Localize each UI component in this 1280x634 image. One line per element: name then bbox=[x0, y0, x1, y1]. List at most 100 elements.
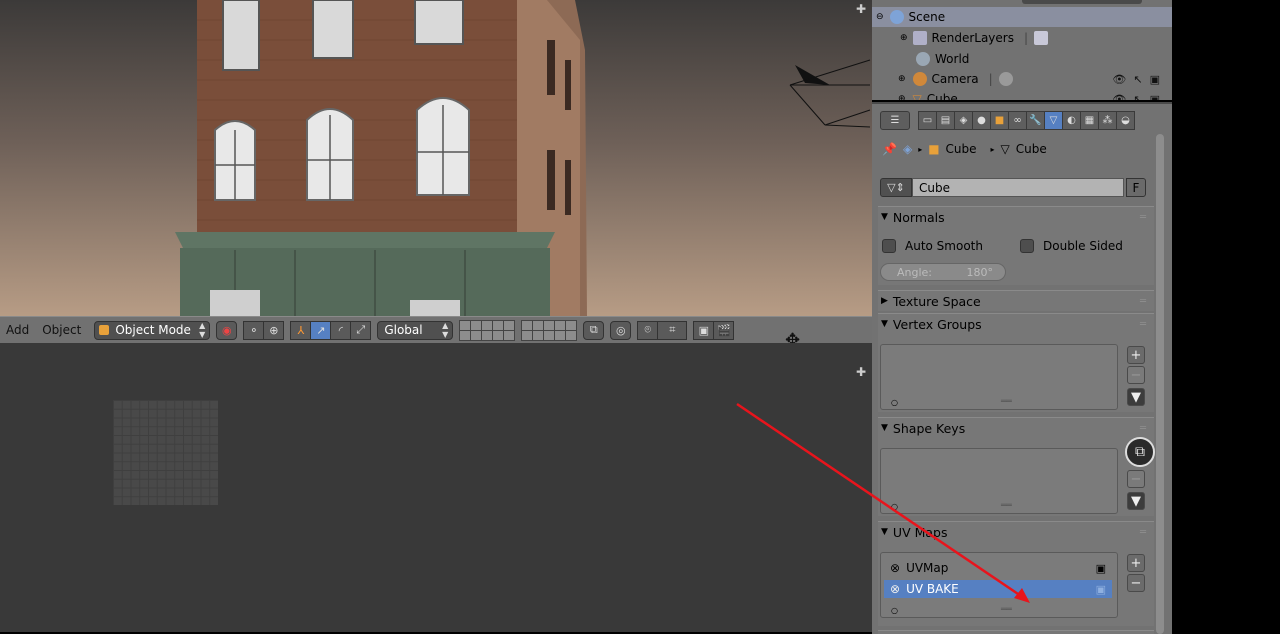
add-uv-map-button[interactable]: + bbox=[1127, 554, 1145, 572]
next-panel-header[interactable] bbox=[878, 630, 1154, 634]
eye-icon[interactable]: 👁 bbox=[1112, 73, 1126, 86]
list-resize-grip-icon[interactable]: ══ bbox=[1001, 397, 1012, 407]
shading-icon: ◉ bbox=[222, 323, 232, 337]
mesh-browse-button[interactable]: ▽⇕ bbox=[880, 178, 912, 197]
angle-label: Angle: bbox=[897, 265, 933, 279]
tab-physics[interactable]: ◒ bbox=[1116, 110, 1135, 130]
outliner[interactable]: ⊖ Scene ⊕ RenderLayers | World ⊕ Camera … bbox=[872, 0, 1172, 100]
outliner-row-renderlayers[interactable]: ⊕ RenderLayers | bbox=[872, 28, 1172, 48]
rotate-button[interactable]: ◜ bbox=[330, 320, 352, 340]
layer-buttons-2[interactable] bbox=[521, 319, 578, 341]
add-menu[interactable]: Add bbox=[6, 323, 29, 337]
panel-title: Normals bbox=[892, 209, 945, 225]
renderlayer-icon bbox=[1034, 31, 1049, 45]
translate-button[interactable]: ↗ bbox=[310, 320, 332, 340]
area-split-plus-icon[interactable]: ✚ bbox=[856, 365, 866, 379]
uv-map-item-selected[interactable]: ⊗ UV BAKE ▣ bbox=[884, 580, 1112, 598]
opengl-render-button[interactable]: ▣ bbox=[693, 320, 715, 340]
scene-icon: ◈ bbox=[959, 114, 968, 126]
manipulator-toggle-button[interactable]: ⊕ bbox=[263, 320, 285, 340]
add-vertex-group-button[interactable]: + bbox=[1127, 346, 1145, 364]
fake-user-button[interactable]: F bbox=[1126, 178, 1146, 197]
vertex-groups-panel-header[interactable]: ▼ Vertex Groups ═ bbox=[878, 314, 1154, 334]
eye-icon[interactable]: 👁 bbox=[1112, 93, 1126, 101]
tab-texture[interactable]: ▦ bbox=[1080, 110, 1099, 130]
tab-scene[interactable]: ◈ bbox=[954, 110, 973, 130]
object-menu[interactable]: Object bbox=[42, 323, 81, 337]
active-render-camera-icon[interactable]: ▣ bbox=[1096, 583, 1106, 596]
normals-panel-header[interactable]: ▼ Normals ═ bbox=[878, 207, 1154, 227]
tab-modifiers[interactable]: 🔧 bbox=[1026, 110, 1045, 130]
drag-grip-icon[interactable]: ═ bbox=[1140, 319, 1146, 330]
area-split-plus-icon[interactable]: ✚ bbox=[856, 2, 866, 16]
tab-data[interactable]: ▽ bbox=[1044, 110, 1063, 130]
drag-grip-icon[interactable]: ═ bbox=[1140, 527, 1146, 538]
cursor-icon[interactable]: ↖ bbox=[1133, 93, 1142, 101]
updown-arrow-icon: ▲ ▼ bbox=[199, 321, 206, 339]
cursor-icon[interactable]: ↖ bbox=[1133, 73, 1142, 86]
drag-grip-icon[interactable]: ═ bbox=[1140, 296, 1146, 307]
3d-viewport[interactable]: ✚ bbox=[0, 0, 872, 316]
properties-scrollbar[interactable] bbox=[1156, 134, 1164, 634]
list-filter-icon[interactable]: ○ bbox=[891, 502, 898, 511]
pivot-point-button[interactable]: ⚬ bbox=[243, 320, 265, 340]
mesh-icon: ▽ bbox=[912, 92, 922, 100]
editor-type-button[interactable]: ☰ bbox=[880, 110, 910, 130]
list-resize-grip-icon[interactable]: ══ bbox=[1001, 605, 1012, 615]
pin-icon[interactable]: 📌 bbox=[882, 142, 897, 156]
outliner-row-world[interactable]: World bbox=[872, 49, 1172, 69]
uv-map-item[interactable]: ⊗ UVMap ▣ bbox=[884, 559, 1112, 577]
list-filter-icon[interactable]: ○ bbox=[891, 606, 898, 615]
texture-space-panel-header[interactable]: ▶ Texture Space ═ bbox=[878, 291, 1154, 311]
clapper-icon: 🎬 bbox=[716, 323, 731, 337]
double-sided-checkbox[interactable]: Double Sided bbox=[1020, 239, 1123, 253]
lock-layers-button[interactable]: ⧉ bbox=[583, 320, 605, 340]
checkbox-label: Auto Smooth bbox=[905, 239, 983, 253]
auto-smooth-checkbox[interactable]: Auto Smooth bbox=[882, 239, 983, 253]
mesh-name-field[interactable]: Cube bbox=[912, 178, 1124, 197]
tab-constraints[interactable]: ∞ bbox=[1008, 110, 1027, 130]
outliner-row-cube[interactable]: ⊕ ▽ Cube 👁 ↖ ▣ bbox=[872, 89, 1172, 100]
tab-object[interactable]: ■ bbox=[990, 110, 1009, 130]
list-filter-icon[interactable]: ○ bbox=[891, 398, 898, 407]
uv-maps-panel-header[interactable]: ▼ UV Maps ═ bbox=[878, 522, 1154, 542]
tab-render[interactable]: ▭ bbox=[918, 110, 937, 130]
properties-editor[interactable]: ☰ ▭ ▤ ◈ ● ■ ∞ 🔧 ▽ ◐ ▦ ⁂ ◒ 📌 ◈ ▸ ■ Cube ▸… bbox=[872, 102, 1172, 634]
drag-grip-icon[interactable]: ═ bbox=[1140, 212, 1146, 223]
camera-object[interactable] bbox=[785, 55, 872, 135]
outliner-row-scene[interactable]: ⊖ Scene bbox=[872, 7, 1172, 27]
snap-toggle-button[interactable]: ⌾ bbox=[637, 320, 659, 340]
remove-vertex-group-button[interactable]: − bbox=[1127, 366, 1145, 384]
tab-world[interactable]: ● bbox=[972, 110, 991, 130]
outliner-row-camera[interactable]: ⊕ Camera | 👁 ↖ ▣ bbox=[872, 69, 1172, 89]
remove-uv-map-button[interactable]: − bbox=[1127, 574, 1145, 592]
triangle-down-icon: ▼ bbox=[881, 319, 888, 329]
viewport-shading-button[interactable]: ◉ bbox=[216, 320, 238, 340]
snap-element-button[interactable]: ⌗ bbox=[657, 320, 688, 340]
scale-button[interactable]: ⤢ bbox=[350, 320, 372, 340]
active-render-camera-icon[interactable]: ▣ bbox=[1096, 562, 1106, 575]
scene-icon bbox=[889, 10, 904, 24]
uv-maps-list[interactable]: ⊗ UVMap ▣ ⊗ UV BAKE ▣ ○ ══ bbox=[880, 552, 1118, 618]
camera-render-icon[interactable]: ▣ bbox=[1150, 93, 1160, 101]
orientation-select[interactable]: Global ▲ ▼ bbox=[377, 320, 454, 340]
tab-particles[interactable]: ⁂ bbox=[1098, 110, 1117, 130]
tab-render-layers[interactable]: ▤ bbox=[936, 110, 955, 130]
vertex-group-specials-button[interactable]: ▼ bbox=[1127, 388, 1145, 406]
expand-icon: ⊕ bbox=[898, 74, 906, 84]
angle-field[interactable]: Angle: 180° bbox=[880, 263, 1006, 281]
axis-gizmo-button[interactable]: ⅄ bbox=[290, 320, 312, 340]
shape-keys-list[interactable]: ○ ══ bbox=[880, 448, 1118, 514]
proportional-edit-button[interactable]: ◎ bbox=[610, 320, 632, 340]
shape-key-specials-button[interactable]: ▼ bbox=[1127, 492, 1145, 510]
drag-grip-icon[interactable]: ═ bbox=[1140, 423, 1146, 434]
layer-buttons-1[interactable] bbox=[459, 319, 516, 341]
opengl-anim-button[interactable]: 🎬 bbox=[713, 320, 735, 340]
tab-material[interactable]: ◐ bbox=[1062, 110, 1081, 130]
remove-shape-key-button[interactable]: − bbox=[1127, 470, 1145, 488]
mode-select[interactable]: Object Mode ▲ ▼ bbox=[94, 320, 211, 340]
camera-render-icon[interactable]: ▣ bbox=[1150, 73, 1160, 86]
vertex-groups-list[interactable]: ○ ══ bbox=[880, 344, 1118, 410]
list-resize-grip-icon[interactable]: ══ bbox=[1001, 501, 1012, 511]
shape-keys-panel-header[interactable]: ▼ Shape Keys ═ bbox=[878, 418, 1154, 438]
